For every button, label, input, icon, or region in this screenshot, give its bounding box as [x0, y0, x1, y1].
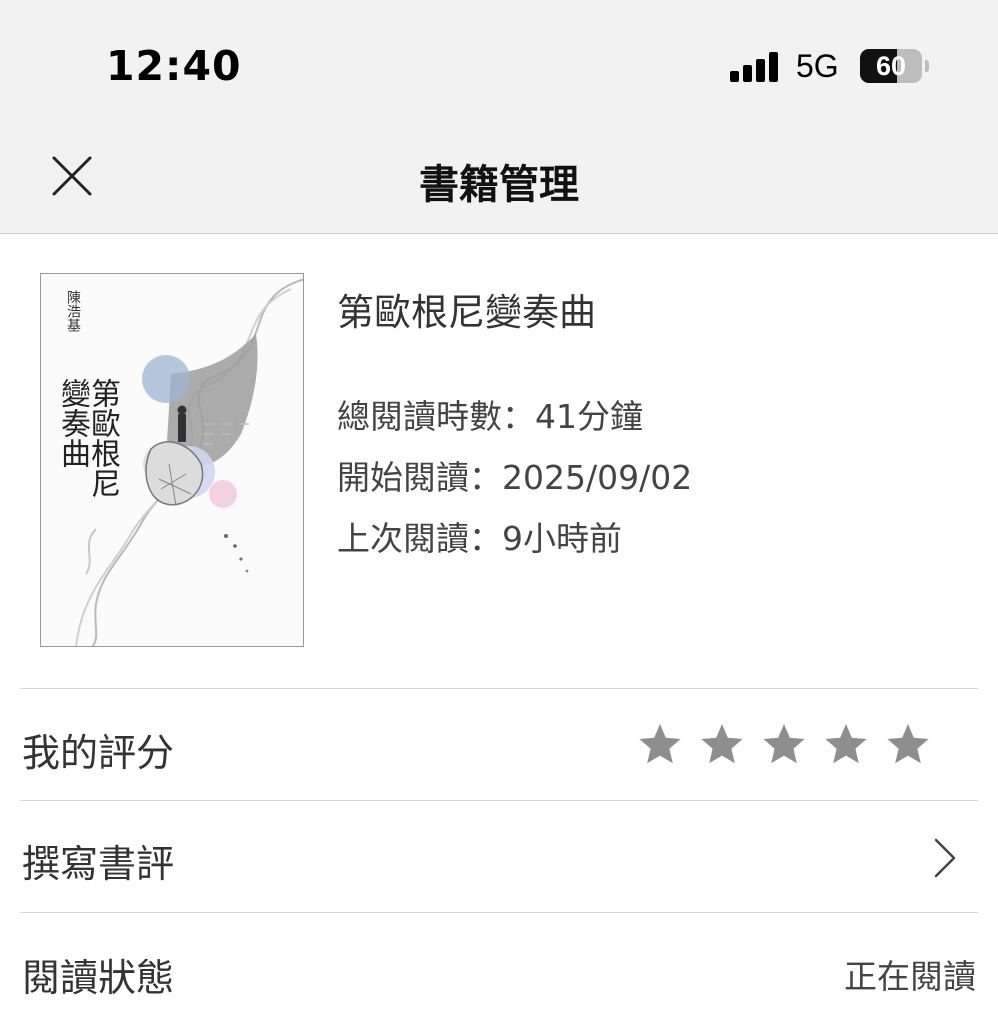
star-icon[interactable]: [822, 720, 870, 768]
reading-status-row[interactable]: 閱讀狀態 正在閱讀: [0, 913, 998, 1024]
reading-status-label: 閱讀狀態: [22, 956, 175, 1000]
network-label: 5G: [796, 48, 839, 84]
write-review-label: 撰寫書評: [22, 842, 175, 886]
last-read-time: 上次閱讀：9小時前: [337, 519, 622, 558]
star-icon[interactable]: [636, 720, 684, 768]
cover-title: 第歐根尼變奏曲: [55, 378, 120, 498]
battery-icon: 60: [860, 49, 922, 83]
rating-label: 我的評分: [22, 731, 175, 775]
star-icon[interactable]: [884, 720, 932, 768]
battery-tip: [925, 60, 929, 72]
top-bar: 12:40 5G 60 書籍管理: [0, 0, 998, 234]
write-review-row[interactable]: 撰寫書評: [0, 801, 998, 912]
cover-author: 陳浩基: [65, 290, 81, 332]
rating-stars[interactable]: [636, 720, 946, 768]
page-title: 書籍管理: [419, 162, 579, 208]
star-icon[interactable]: [698, 720, 746, 768]
signal-icon: [730, 52, 782, 82]
status-time: 12:40: [106, 42, 242, 90]
book-cover[interactable]: 陳浩基 第歐根尼變奏曲: [40, 273, 304, 647]
battery-level: 60: [875, 51, 907, 81]
start-reading-date: 開始閱讀：2025/09/02: [337, 458, 693, 497]
book-title: 第歐根尼變奏曲: [337, 291, 596, 334]
divider: [20, 688, 978, 689]
chevron-right-icon: [934, 838, 956, 878]
star-icon[interactable]: [760, 720, 808, 768]
reading-status-value: 正在閱讀: [844, 957, 976, 996]
total-reading-time: 總閱讀時數：41分鐘: [337, 397, 643, 436]
